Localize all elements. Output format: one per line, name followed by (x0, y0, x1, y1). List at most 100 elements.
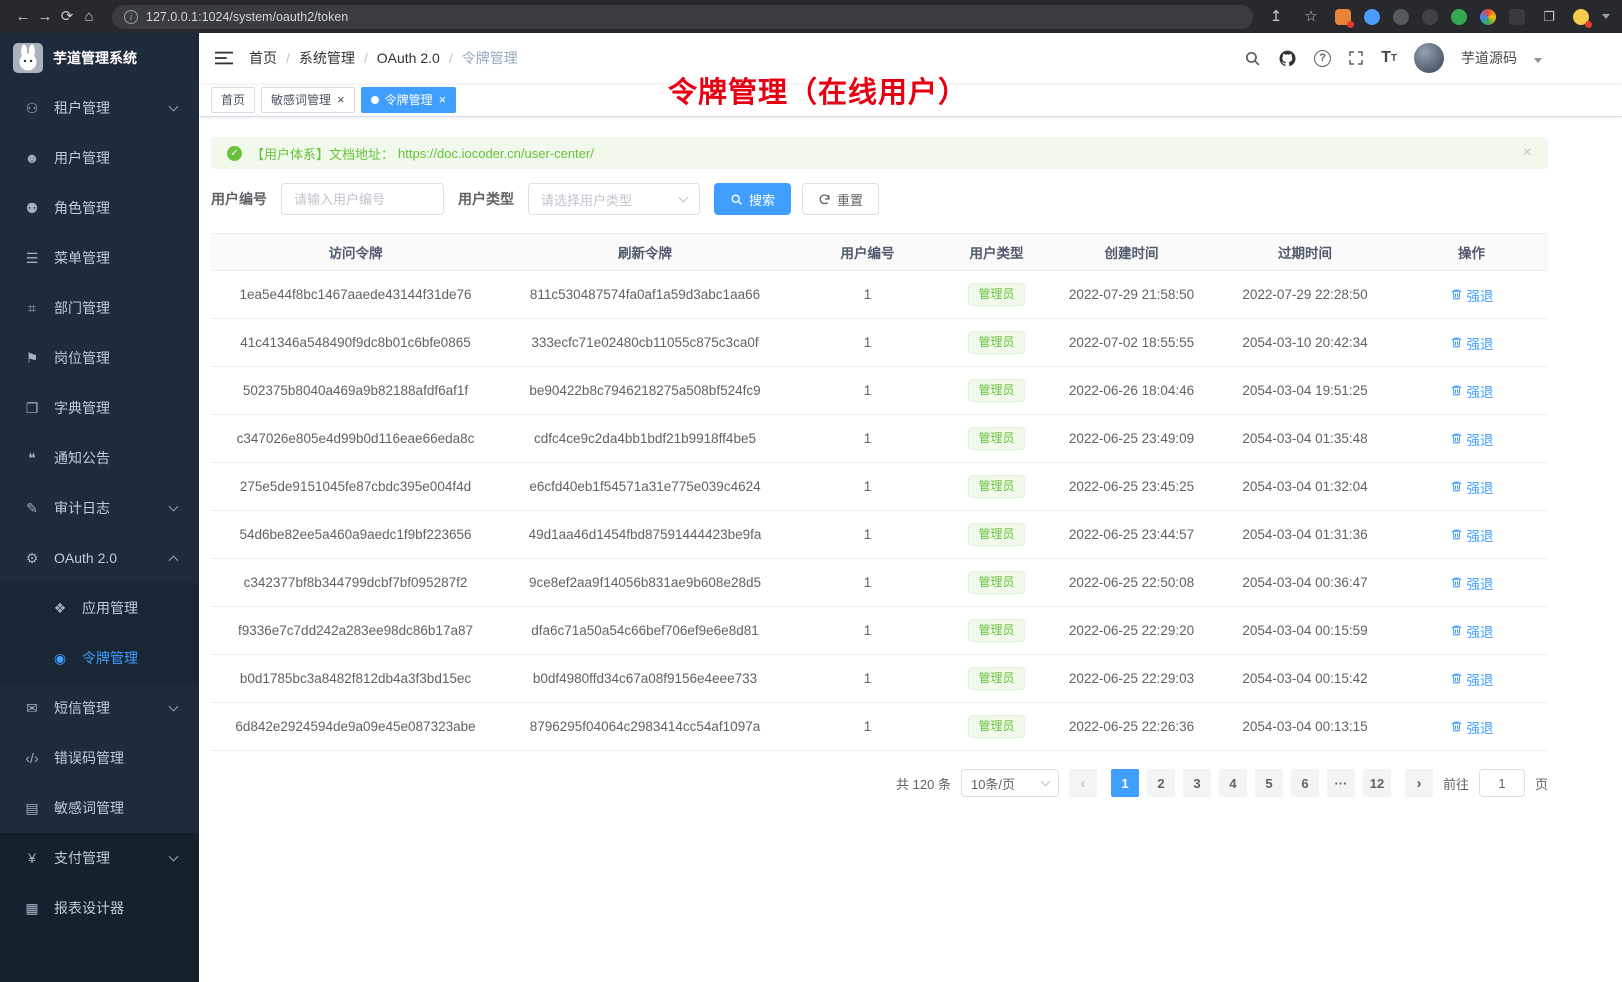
refresh-token-cell: 49d1aa46d1454fbd87591444423be9fa (500, 511, 790, 559)
sidebar: 芋道管理系统 ⚇租户管理☻用户管理⚉角色管理☰菜单管理⌗部门管理⚑岗位管理❐字典… (0, 33, 199, 982)
breadcrumb-item[interactable]: OAuth 2.0 (377, 50, 440, 66)
action-cell: 强退 (1395, 271, 1548, 319)
browser-refresh-icon[interactable]: ⟳ (56, 0, 78, 33)
trash-icon (1450, 624, 1463, 637)
user-type-select[interactable]: 请选择用户类型 (528, 183, 700, 215)
sidebar-toggle-icon[interactable] (215, 50, 233, 66)
browser-back-icon[interactable]: ← (12, 0, 34, 33)
browser-home-icon[interactable]: ⌂ (78, 0, 100, 33)
page-button-4[interactable]: 4 (1219, 769, 1247, 797)
extension-icon[interactable] (1451, 9, 1467, 25)
extensions-puzzle-icon[interactable] (1480, 9, 1496, 25)
extension-icon[interactable] (1509, 9, 1525, 25)
sidebar-item-user[interactable]: ☻用户管理 (0, 133, 199, 183)
page-button-12[interactable]: 12 (1363, 769, 1391, 797)
user-id-cell: 1 (790, 607, 945, 655)
side-panel-icon[interactable]: ❐ (1538, 0, 1560, 33)
tab-敏感词管理[interactable]: 敏感词管理× (261, 87, 355, 113)
force-logout-button[interactable]: 强退 (1450, 381, 1494, 401)
extension-icon[interactable] (1422, 9, 1438, 25)
sidebar-item-error-code[interactable]: ‹/›错误码管理 (0, 733, 199, 783)
user-id-cell: 1 (790, 511, 945, 559)
profile-avatar-icon[interactable] (1573, 9, 1589, 25)
sidebar-item-menu[interactable]: ☰菜单管理 (0, 233, 199, 283)
sidebar-item-audit-log[interactable]: ✎审计日志 (0, 483, 199, 533)
pagination-more-button[interactable]: ··· (1327, 769, 1355, 797)
page-button-1[interactable]: 1 (1111, 769, 1139, 797)
user-id-input[interactable] (281, 183, 444, 215)
github-icon[interactable] (1278, 49, 1297, 68)
sidebar-item-sms[interactable]: ✉短信管理 (0, 683, 199, 733)
force-logout-button[interactable]: 强退 (1450, 621, 1494, 641)
doc-link[interactable]: https://doc.iocoder.cn/user-center/ (398, 146, 594, 161)
tags-view: 首页敏感词管理×令牌管理× (199, 83, 1622, 117)
breadcrumb-item[interactable]: 首页 (249, 48, 277, 68)
sidebar-item-oauth2-application[interactable]: ❖应用管理 (0, 583, 199, 633)
sidebar-item-notice[interactable]: ❝通知公告 (0, 433, 199, 483)
sidebar-menu: ⚇租户管理☻用户管理⚉角色管理☰菜单管理⌗部门管理⚑岗位管理❐字典管理❝通知公告… (0, 83, 199, 933)
sidebar-item-payment[interactable]: ¥支付管理 (0, 833, 199, 883)
sidebar-item-role[interactable]: ⚉角色管理 (0, 183, 199, 233)
reset-button[interactable]: 重置 (802, 183, 879, 215)
fullscreen-icon[interactable] (1348, 50, 1364, 66)
page-button-3[interactable]: 3 (1183, 769, 1211, 797)
extension-icon[interactable] (1335, 9, 1351, 25)
force-logout-button[interactable]: 强退 (1450, 717, 1494, 737)
user-name[interactable]: 芋道源码 (1461, 48, 1517, 68)
user-id-cell: 1 (790, 463, 945, 511)
sidebar-item-oauth2[interactable]: ⚙OAuth 2.0 (0, 533, 199, 583)
sidebar-item-dict[interactable]: ❐字典管理 (0, 383, 199, 433)
force-logout-button[interactable]: 强退 (1450, 669, 1494, 689)
search-button[interactable]: 搜索 (714, 183, 791, 215)
chevron-down-icon[interactable] (1534, 58, 1542, 63)
breadcrumb-item[interactable]: 系统管理 (299, 48, 355, 68)
prev-page-button[interactable]: ‹ (1069, 769, 1097, 797)
force-logout-button[interactable]: 强退 (1450, 573, 1494, 593)
sidebar-item-tenant[interactable]: ⚇租户管理 (0, 83, 199, 133)
help-icon[interactable]: ? (1314, 50, 1331, 67)
tab-令牌管理[interactable]: 令牌管理× (361, 87, 457, 113)
sidebar-item-report-designer[interactable]: ▦报表设计器 (0, 883, 199, 933)
goto-page-input[interactable] (1479, 769, 1525, 797)
sidebar-item-label: 字典管理 (54, 398, 110, 418)
access-token-cell: 41c41346a548490f9dc8b01c6bfe0865 (211, 319, 500, 367)
force-logout-button[interactable]: 强退 (1450, 285, 1494, 305)
extension-icon[interactable] (1364, 9, 1380, 25)
user-id-cell: 1 (790, 415, 945, 463)
sidebar-item-post[interactable]: ⚑岗位管理 (0, 333, 199, 383)
site-info-icon[interactable]: i (124, 10, 138, 24)
sidebar-item-oauth2-token[interactable]: ◉令牌管理 (0, 633, 199, 683)
access-token-cell: b0d1785bc3a8482f812db4a3f3bd15ec (211, 655, 500, 703)
user-type-label: 用户类型 (458, 189, 514, 209)
extension-icon[interactable] (1393, 9, 1409, 25)
force-logout-button[interactable]: 强退 (1450, 525, 1494, 545)
page-button-6[interactable]: 6 (1291, 769, 1319, 797)
close-icon[interactable]: × (337, 93, 345, 106)
close-icon[interactable]: × (439, 93, 447, 106)
refresh-token-cell: b0df4980ffd34c67a08f9156e4eee733 (500, 655, 790, 703)
font-size-icon[interactable]: TT (1381, 49, 1397, 67)
page-button-5[interactable]: 5 (1255, 769, 1283, 797)
alert-close-icon[interactable]: × (1523, 144, 1532, 162)
user-id-cell: 1 (790, 559, 945, 607)
search-icon[interactable] (1244, 50, 1261, 67)
page-content: ✓ 【用户体系】文档地址： https://doc.iocoder.cn/use… (199, 117, 1622, 797)
force-logout-button[interactable]: 强退 (1450, 429, 1494, 449)
bookmark-star-icon[interactable]: ☆ (1300, 0, 1322, 33)
user-type-cell: 管理员 (945, 511, 1048, 559)
user-avatar[interactable] (1414, 43, 1444, 73)
force-logout-button[interactable]: 强退 (1450, 477, 1494, 497)
tab-首页[interactable]: 首页 (211, 87, 255, 113)
page-button-2[interactable]: 2 (1147, 769, 1175, 797)
sms-icon: ✉ (22, 700, 42, 717)
share-icon[interactable]: ↥ (1265, 0, 1287, 33)
browser-forward-icon[interactable]: → (34, 0, 56, 33)
page-size-select[interactable]: 10条/页 (961, 769, 1059, 797)
chevron-down-icon[interactable] (1602, 14, 1610, 19)
address-bar[interactable]: i 127.0.0.1:1024/system/oauth2/token (112, 5, 1253, 29)
refresh-token-cell: e6cfd40eb1f54571a31e775e039c4624 (500, 463, 790, 511)
sidebar-item-sensitive-word[interactable]: ▤敏感词管理 (0, 783, 199, 833)
sidebar-item-dept[interactable]: ⌗部门管理 (0, 283, 199, 333)
force-logout-button[interactable]: 强退 (1450, 333, 1494, 353)
next-page-button[interactable]: › (1405, 769, 1433, 797)
